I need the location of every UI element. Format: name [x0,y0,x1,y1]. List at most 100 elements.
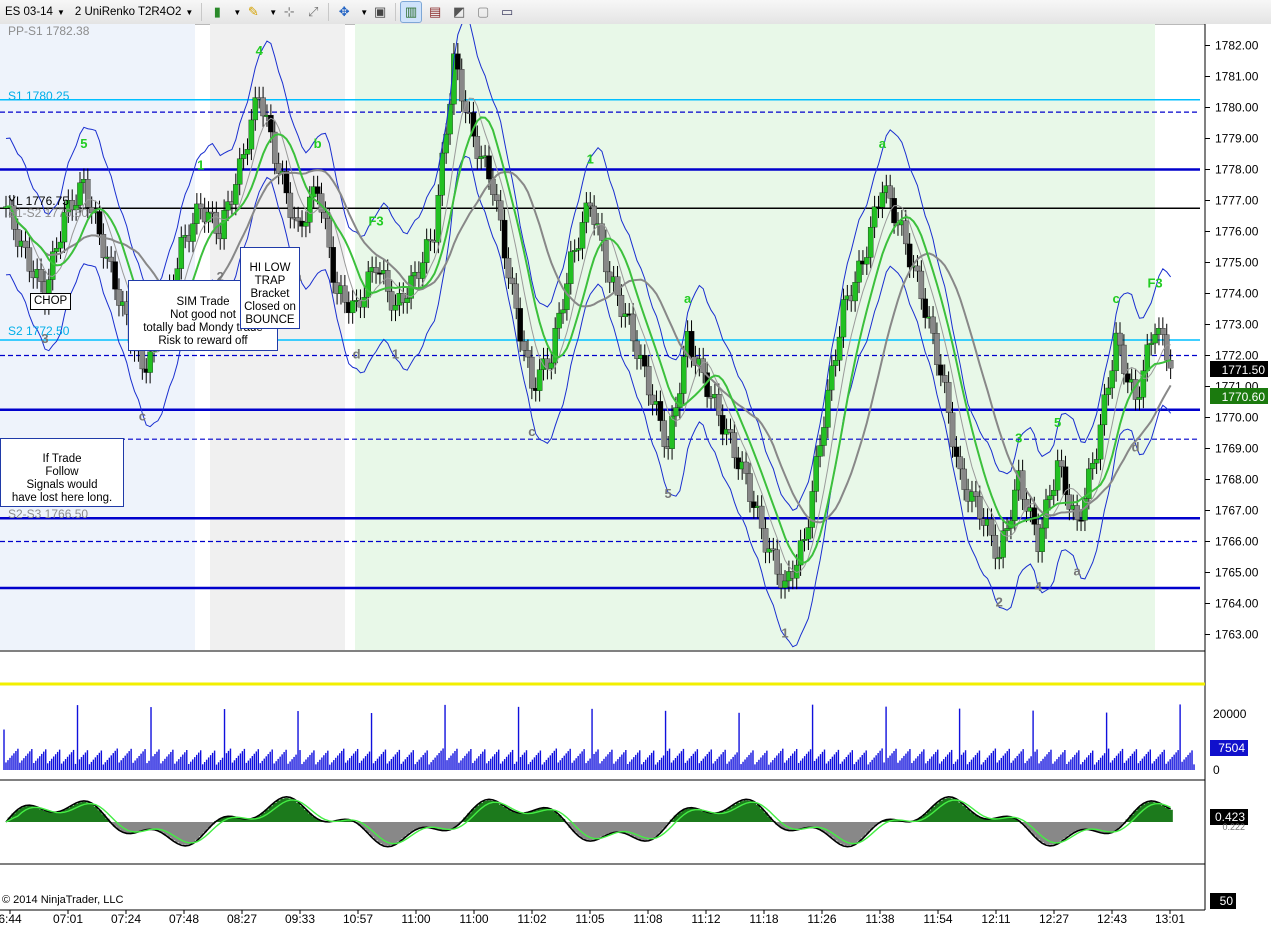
time-tick-label: 11:05 [575,912,604,926]
candle-body [758,505,765,529]
oscillator-histogram-bar [938,800,944,822]
candle-body [571,250,578,252]
chevron-down-icon: ▼ [56,7,65,17]
candle-body [248,119,255,150]
candle-body [373,267,379,274]
candlestick-icon[interactable]: ▮ [207,2,227,22]
chevron-down-icon[interactable]: ▼ [269,8,277,17]
volume-tick: 0 [1213,763,1220,777]
oscillator-histogram-bar [654,822,659,836]
price-tick-label: 1769.00 [1215,442,1259,456]
candle-body [579,222,586,249]
swing-label: 5 [80,136,87,151]
oscillator-histogram-bar [144,822,149,830]
oscillator-histogram-bar [802,822,807,828]
volume-bars [3,704,1195,770]
chevron-down-icon[interactable]: ▼ [360,8,368,17]
candle-body [852,282,858,302]
oscillator-histogram-bar [1067,822,1072,836]
price-tick-label: 1782.00 [1215,39,1259,53]
oscillator-histogram-bar [163,822,168,835]
price-tick-label: 1780.00 [1215,101,1259,115]
candle-body [112,261,118,290]
copyright-text: © 2014 NinjaTrader, LLC [2,894,123,906]
instrument-selector[interactable]: ES 03-14 ▼ [0,2,70,22]
candle-body [973,491,979,497]
oscillator-histogram-bar [958,802,963,822]
oscillator-histogram-bar [299,806,305,822]
candle-body [645,366,652,396]
oscillator-histogram-bar [825,822,831,835]
candle-body [840,299,847,338]
candle-body [330,247,336,283]
last-price-value: 1771.50 [1222,363,1266,377]
swing-label: a [1074,564,1082,579]
pencil-icon[interactable]: ✎ [243,2,263,22]
oscillator-histogram-bar [194,822,200,840]
oscillator-histogram-bar [1156,803,1162,822]
price-tick-label: 1765.00 [1215,566,1259,580]
chart-canvas[interactable]: 35c124abdF314c15a1a2345acdF3 1782.001781… [0,24,1271,930]
calculator-icon[interactable]: ▢ [473,2,493,22]
candle-body [618,294,625,317]
candle-body [680,356,687,394]
candle-body [139,348,146,370]
oscillator-histogram-bar [85,802,90,822]
candle-body [1004,528,1010,531]
crosshair-icon[interactable]: ⊹ [279,2,299,22]
candle-body [1089,462,1096,470]
candle-body [906,243,913,268]
swing-label: c [1112,291,1119,306]
candle-body [871,206,878,228]
bar-type-selector[interactable]: 2 UniRenko T2R4O2 ▼ [70,2,198,22]
globe-icon[interactable]: ✥ [334,2,354,22]
candle-body [349,300,356,314]
oscillator-histogram-bar [93,806,98,822]
candle-body [38,269,44,282]
window-icon[interactable]: ▭ [497,2,517,22]
candle-body [1012,489,1018,521]
candle-body [96,211,103,235]
oscillator-histogram-bar [1039,822,1045,843]
candle-body [864,257,870,265]
properties-icon[interactable]: ▣ [370,2,390,22]
oscillator-histogram-bar [50,812,55,822]
price-tick-label: 1774.00 [1215,287,1259,301]
oscillator-histogram-bar [650,822,655,839]
oscillator-histogram-bar [420,822,425,828]
oscillator-histogram-bar [595,822,601,839]
candle-body [996,557,1002,560]
swing-label: 1 [392,347,399,362]
oscillator-histogram-bar [619,822,624,832]
candle-body [1093,459,1100,464]
candle-body [326,218,333,248]
oscillator-histogram-bar [806,822,811,828]
oscillator-histogram-bar [401,822,406,839]
oscillator-histogram-bar [171,822,176,841]
oscillator-histogram-bar [89,803,94,822]
chevron-down-icon[interactable]: ▼ [233,8,241,17]
time-tick-label: 07:24 [111,912,141,926]
bars-icon[interactable]: ▥ [400,1,423,23]
time-tick-label: 11:08 [633,912,662,926]
candle-body [307,196,313,223]
toolbar-divider [328,3,330,21]
oscillator-histogram-bar [151,822,157,830]
swing-label: 3 [1015,430,1022,445]
candle-body [486,155,492,180]
swing-label: 4 [450,24,458,27]
oscillator-histogram-bar [124,822,129,833]
oscillator-histogram-bar [1063,822,1068,838]
candle-body [669,415,675,449]
candle-body [961,468,967,490]
candle-body [474,136,481,159]
zoom-icon[interactable]: ⤢ [303,2,323,22]
candle-body [587,202,594,207]
price-tick-label: 1779.00 [1215,132,1259,146]
price-tick-label: 1767.00 [1215,504,1259,518]
strategy-icon[interactable]: ▤ [425,2,445,22]
chart-icon[interactable]: ◩ [449,2,469,22]
oscillator-histogram-bar [646,822,651,840]
candle-body [420,262,426,279]
candle-body [774,549,780,575]
